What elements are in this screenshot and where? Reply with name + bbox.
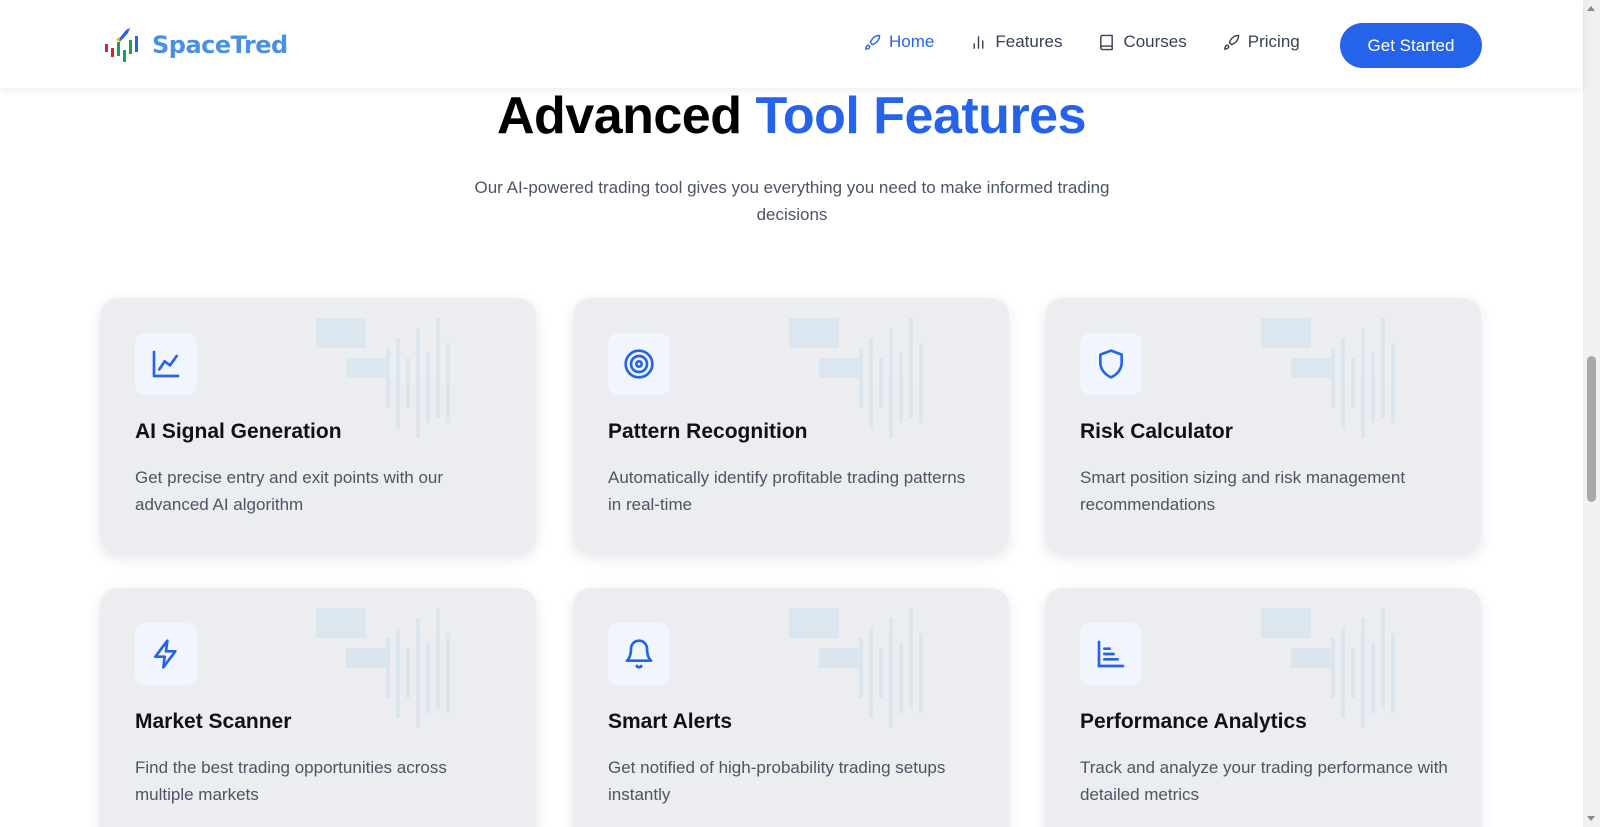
feature-description: Track and analyze your trading performan… bbox=[1080, 758, 1448, 804]
feature-card-risk-calculator[interactable]: Risk Calculator Smart position sizing an… bbox=[1045, 298, 1481, 554]
scroll-down-arrow-icon[interactable] bbox=[1587, 816, 1595, 821]
nav-item-pricing[interactable]: Pricing bbox=[1223, 32, 1300, 52]
book-icon bbox=[1100, 34, 1114, 50]
feature-title: Pattern Recognition bbox=[608, 420, 808, 443]
logo[interactable]: SpaceTred bbox=[104, 26, 288, 64]
get-started-button[interactable]: Get Started bbox=[1340, 23, 1482, 68]
feature-icon-box bbox=[608, 333, 670, 395]
nav-item-courses[interactable]: Courses bbox=[1098, 32, 1187, 52]
feature-card-performance-analytics[interactable]: Performance Analytics Track and analyze … bbox=[1045, 588, 1481, 827]
logo-icon bbox=[105, 28, 138, 62]
feature-icon-box bbox=[608, 623, 670, 685]
bell-icon bbox=[625, 639, 653, 669]
feature-description: Find the best trading opportunities acro… bbox=[135, 758, 447, 804]
feature-icon-box bbox=[135, 333, 197, 395]
feature-description: Automatically identify profitable tradin… bbox=[608, 468, 966, 514]
line-chart-icon bbox=[152, 350, 180, 378]
page-scrollbar[interactable] bbox=[1583, 0, 1600, 827]
nav-item-features[interactable]: Features bbox=[970, 32, 1062, 52]
feature-card-market-scanner[interactable]: Market Scanner Find the best trading opp… bbox=[100, 588, 536, 827]
feature-description: Get notified of high-probability trading… bbox=[608, 758, 946, 804]
rocket-icon bbox=[1223, 34, 1240, 50]
scrollbar-thumb[interactable] bbox=[1587, 356, 1596, 502]
section-title-accent: Tool Features bbox=[755, 87, 1087, 145]
brand-name: SpaceTred bbox=[152, 31, 288, 59]
nav-label-courses: Courses bbox=[1123, 32, 1187, 51]
feature-icon-box bbox=[135, 623, 197, 685]
nav-item-home[interactable]: Home bbox=[864, 32, 934, 52]
feature-title: Smart Alerts bbox=[608, 710, 733, 733]
nav-label-pricing: Pricing bbox=[1247, 32, 1300, 51]
feature-card-ai-signal[interactable]: AI Signal Generation Get precise entry a… bbox=[100, 298, 536, 554]
lightning-icon bbox=[154, 639, 177, 669]
feature-icon-box bbox=[1080, 623, 1142, 685]
section-title-main: Advanced bbox=[496, 87, 742, 145]
nav-links: Home Features Courses Pricing bbox=[864, 32, 1336, 52]
target-icon bbox=[624, 349, 654, 379]
nav-label-features: Features bbox=[995, 32, 1063, 51]
feature-card-smart-alerts[interactable]: Smart Alerts Get notified of high-probab… bbox=[573, 588, 1009, 827]
section-subtitle: Our AI-powered trading tool gives you ev… bbox=[474, 178, 1110, 224]
analytics-icon bbox=[1097, 640, 1125, 668]
section-title: Advanced Tool Features bbox=[0, 86, 1583, 146]
feature-title: AI Signal Generation bbox=[135, 420, 342, 443]
feature-icon-box bbox=[1080, 333, 1142, 395]
feature-description: Smart position sizing and risk managemen… bbox=[1080, 468, 1406, 514]
shield-icon bbox=[1099, 349, 1123, 379]
feature-card-pattern-recognition[interactable]: Pattern Recognition Automatically identi… bbox=[573, 298, 1009, 554]
nav-label-home: Home bbox=[889, 32, 935, 51]
navbar: SpaceTred Home Features Courses Pricing … bbox=[0, 0, 1583, 88]
feature-title: Risk Calculator bbox=[1080, 420, 1233, 443]
feature-title: Performance Analytics bbox=[1080, 710, 1307, 733]
rocket-icon bbox=[865, 34, 881, 50]
bar-chart-icon bbox=[973, 35, 984, 49]
feature-description: Get precise entry and exit points with o… bbox=[135, 468, 444, 514]
scroll-up-arrow-icon[interactable] bbox=[1587, 6, 1595, 11]
feature-title: Market Scanner bbox=[135, 710, 292, 733]
